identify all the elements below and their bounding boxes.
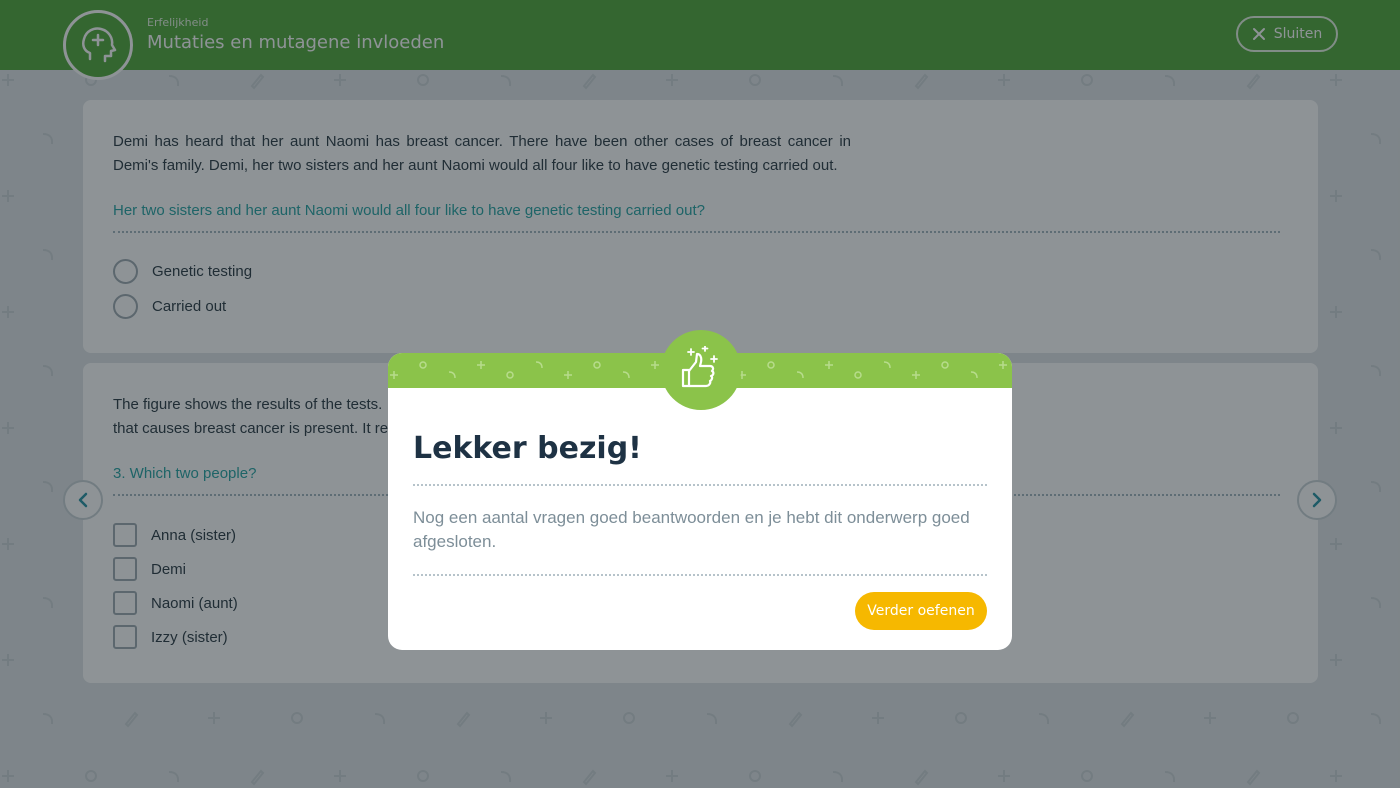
- pattern-shape: [448, 371, 456, 379]
- pattern-shape: [535, 361, 543, 369]
- pattern-shape: [767, 361, 775, 369]
- pattern-shape: [651, 361, 659, 369]
- pattern-shape: [477, 361, 485, 369]
- pattern-shape: [883, 361, 891, 369]
- pattern-shape: [506, 371, 514, 379]
- pattern-shape: [564, 371, 572, 379]
- thumbs-up-icon: [661, 330, 741, 410]
- pattern-shape: [825, 361, 833, 369]
- pattern-shape: [419, 361, 427, 369]
- pattern-shape: [999, 361, 1007, 369]
- pattern-shape: [854, 371, 862, 379]
- pattern-shape: [390, 371, 398, 379]
- pattern-shape: [912, 371, 920, 379]
- pattern-shape: [970, 371, 978, 379]
- modal-message: Nog een aantal vragen goed beantwoorden …: [413, 508, 970, 551]
- continue-practicing-button[interactable]: Verder oefenen: [855, 592, 987, 630]
- divider: [413, 484, 987, 486]
- pattern-shape: [796, 371, 804, 379]
- divider: [413, 574, 987, 576]
- pattern-shape: [622, 371, 630, 379]
- modal-title: Lekker bezig!: [413, 431, 642, 466]
- feedback-modal: Lekker bezig! Nog een aantal vragen goed…: [388, 330, 1012, 650]
- pattern-shape: [941, 361, 949, 369]
- pattern-shape: [593, 361, 601, 369]
